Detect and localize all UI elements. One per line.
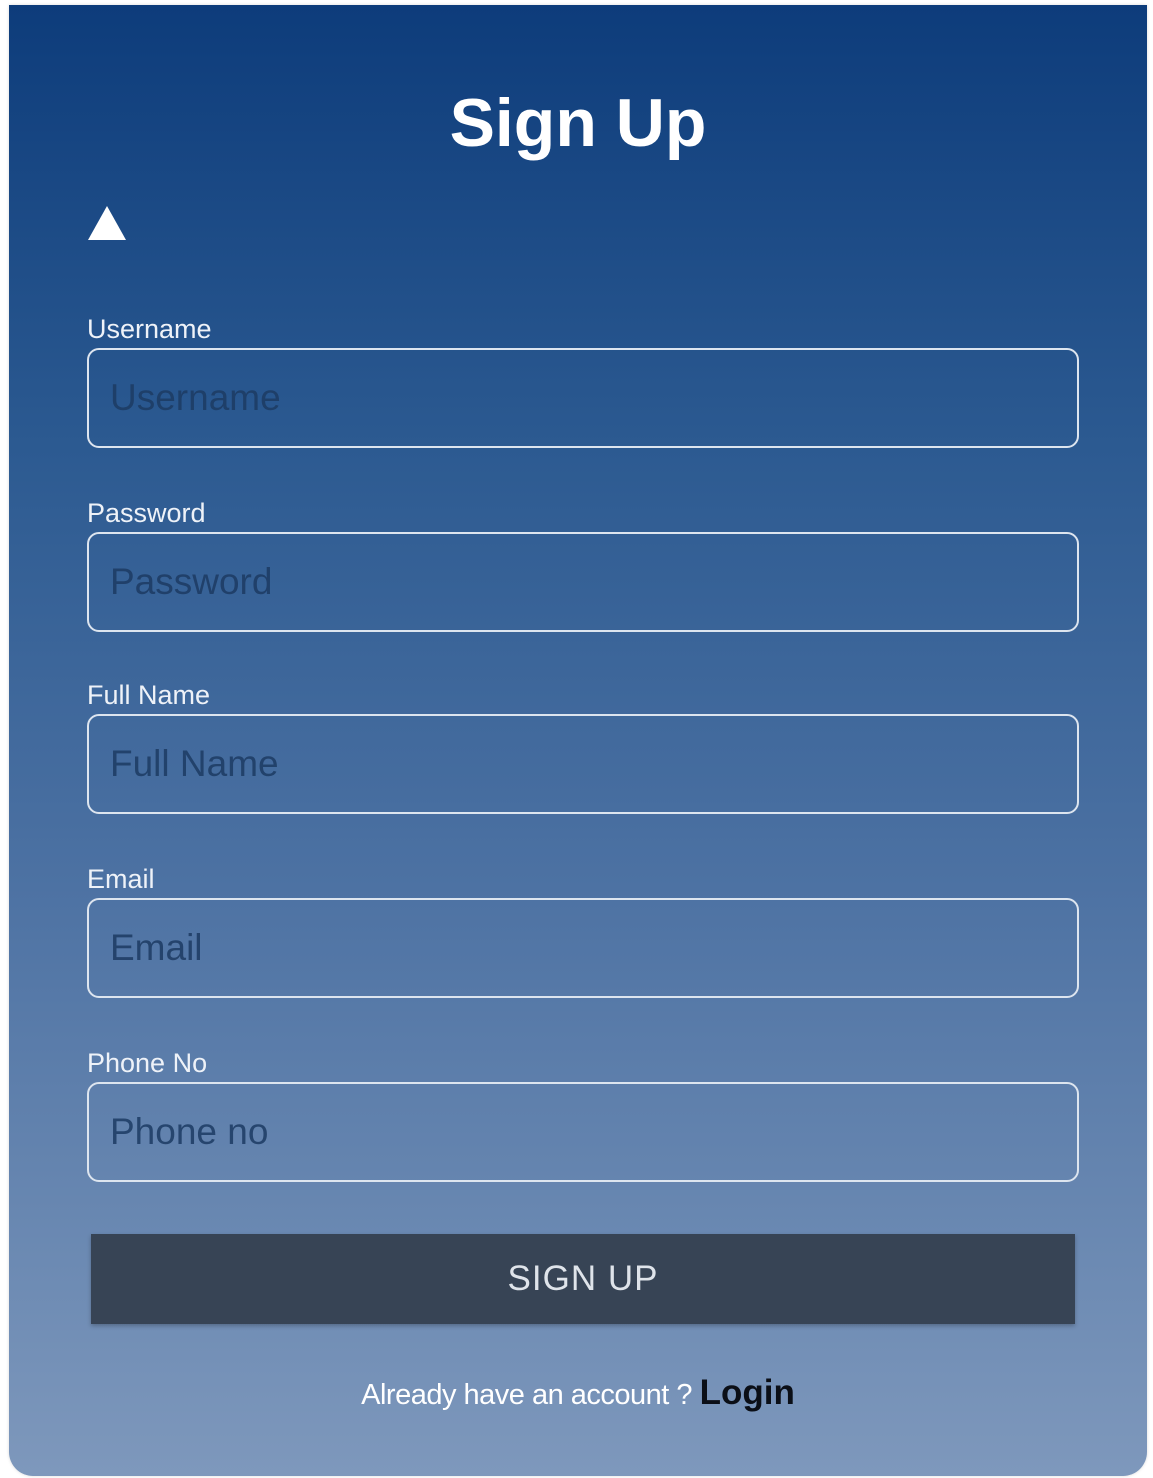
password-label: Password [87, 498, 206, 528]
email-input[interactable] [87, 898, 1079, 998]
triangle-up-icon[interactable] [87, 205, 127, 241]
signup-card: Sign Up Username Password Full Name Emai… [9, 5, 1147, 1476]
username-group: Username [87, 313, 1079, 448]
login-prompt-text: Already have an account ? [361, 1379, 700, 1411]
full-name-input[interactable] [87, 714, 1079, 814]
email-label: Email [87, 864, 155, 894]
phone-group: Phone No [87, 1047, 1079, 1182]
page-title: Sign Up [449, 85, 707, 161]
username-input[interactable] [87, 348, 1079, 448]
phone-label: Phone No [87, 1048, 208, 1078]
sign-up-button[interactable]: SIGN UP [91, 1234, 1075, 1324]
username-label: Username [87, 314, 212, 344]
full-name-label: Full Name [87, 680, 211, 710]
full-name-group: Full Name [87, 679, 1079, 814]
password-group: Password [87, 497, 1079, 632]
password-input[interactable] [87, 532, 1079, 632]
login-prompt-line: Already have an account ? Login [9, 1373, 1147, 1413]
phone-input[interactable] [87, 1082, 1079, 1182]
email-group: Email [87, 863, 1079, 998]
login-link[interactable]: Login [700, 1373, 795, 1412]
